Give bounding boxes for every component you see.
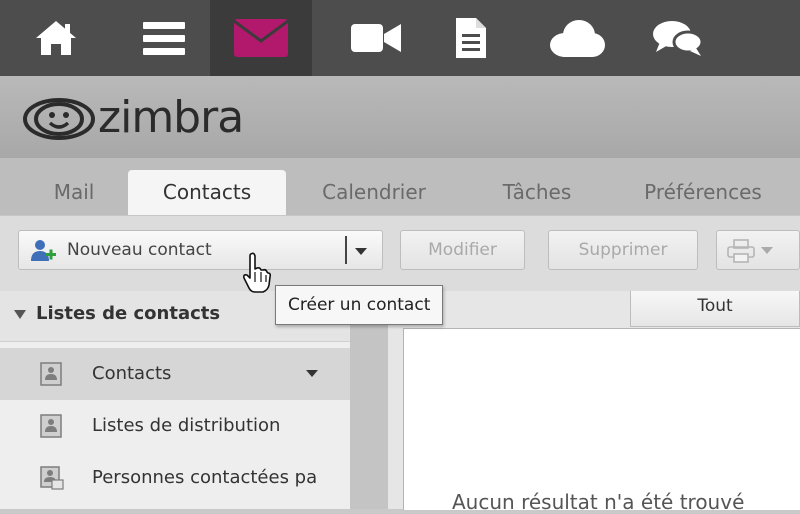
sidebar-item-distribution-lists[interactable]: Listes de distribution xyxy=(0,400,350,452)
sidebar-item-label: Listes de distribution xyxy=(92,415,281,436)
delete-button[interactable]: Supprimer xyxy=(548,230,698,270)
home-icon xyxy=(36,21,76,55)
filter-tab-all[interactable]: Tout xyxy=(630,291,800,327)
nav-cloud-button[interactable] xyxy=(530,0,622,76)
cloud-icon xyxy=(550,20,605,57)
collapse-triangle-icon[interactable] xyxy=(14,310,26,319)
chat-icon xyxy=(653,21,704,56)
tooltip: Créer un contact xyxy=(275,285,444,325)
sidebar-item-contacts[interactable]: Contacts xyxy=(0,348,350,400)
menu-icon xyxy=(143,22,185,55)
sidebar-item-label: Contacts xyxy=(92,363,172,384)
add-contact-icon xyxy=(31,240,56,261)
edit-button[interactable]: Modifier xyxy=(400,230,525,270)
empty-results-message: Aucun résultat n'a été trouvé xyxy=(452,490,745,514)
item-dropdown-icon[interactable] xyxy=(306,370,318,377)
print-icon xyxy=(727,239,755,263)
tab-taches[interactable]: Tâches xyxy=(488,170,586,215)
zimbra-logo-text: zimbra xyxy=(98,92,244,143)
hand-cursor-icon xyxy=(243,252,272,293)
contacted-people-icon xyxy=(40,466,64,490)
video-icon xyxy=(351,24,401,52)
contact-list-area xyxy=(403,328,800,510)
print-dropdown-icon xyxy=(761,247,773,254)
new-contact-label: Nouveau contact xyxy=(67,240,212,260)
new-contact-button[interactable]: Nouveau contact xyxy=(18,230,383,270)
chevron-down-icon[interactable] xyxy=(355,248,367,255)
nav-menu-button[interactable] xyxy=(118,0,210,76)
address-book-icon xyxy=(40,362,62,386)
address-book-icon xyxy=(40,414,62,438)
nav-video-button[interactable] xyxy=(330,0,422,76)
nav-mail-button[interactable] xyxy=(210,0,312,76)
nav-home-button[interactable] xyxy=(10,0,102,76)
nav-chat-button[interactable] xyxy=(632,0,724,76)
sidebar-item-label: Personnes contactées pa xyxy=(92,467,318,488)
mail-icon xyxy=(234,19,288,57)
split-separator xyxy=(345,236,347,264)
document-icon xyxy=(456,18,486,58)
tab-calendrier[interactable]: Calendrier xyxy=(308,170,440,215)
zimbra-logo-icon xyxy=(23,98,95,140)
tab-preferences[interactable]: Préférences xyxy=(628,170,778,215)
nav-documents-button[interactable] xyxy=(425,0,517,76)
print-button[interactable] xyxy=(716,230,800,270)
tab-contacts[interactable]: Contacts xyxy=(128,170,286,215)
sidebar-item-contacted-people[interactable]: Personnes contactées pa xyxy=(0,452,350,504)
sidebar-title: Listes de contacts xyxy=(36,303,221,324)
tab-mail[interactable]: Mail xyxy=(38,170,110,215)
